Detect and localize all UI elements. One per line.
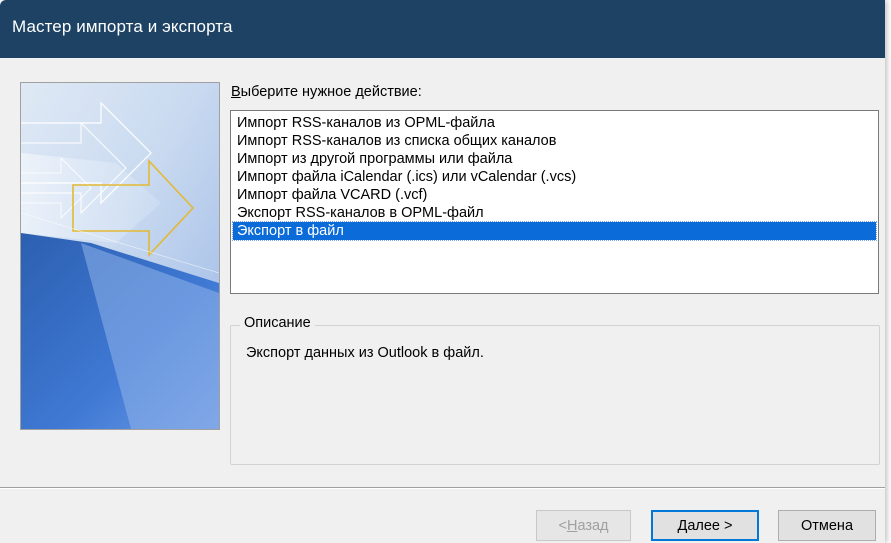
cancel-button[interactable]: Отмена <box>778 510 876 541</box>
action-prompt-accel: В <box>231 84 241 100</box>
description-legend: Описание <box>240 315 315 331</box>
back-button[interactable]: < Назад <box>536 510 631 541</box>
list-item-import-vcard[interactable]: Импорт файла VCARD (.vcf) <box>233 186 876 204</box>
list-item-export-to-file[interactable]: Экспорт в файл <box>232 221 877 241</box>
list-item-import-rss-common[interactable]: Импорт RSS-каналов из списка общих канал… <box>233 132 876 150</box>
title-bar[interactable]: Мастер импорта и экспорта <box>0 0 885 58</box>
list-item-import-rss-opml[interactable]: Импорт RSS-каналов из OPML-файла <box>233 114 876 132</box>
back-button-accel: Н <box>566 517 578 534</box>
next-button-accel: Д <box>677 517 688 534</box>
footer-divider <box>0 487 885 489</box>
back-button-prefix: < <box>558 517 567 534</box>
next-button-text: алее > <box>687 517 733 534</box>
list-item-export-rss-opml[interactable]: Экспорт RSS-каналов в OPML-файл <box>233 204 876 222</box>
back-button-text: азад <box>577 517 609 534</box>
wizard-banner-image <box>20 82 220 430</box>
description-text: Экспорт данных из Outlook в файл. <box>246 345 484 361</box>
action-prompt-label: Выберите нужное действие: <box>231 84 422 100</box>
import-export-arrows-banner-icon <box>21 83 219 429</box>
action-prompt-text: ыберите нужное действие: <box>240 84 422 100</box>
cancel-button-text: Отмена <box>800 517 854 534</box>
next-button[interactable]: Далее > <box>651 510 759 541</box>
window-title: Мастер импорта и экспорта <box>12 17 233 36</box>
list-item-import-other-program[interactable]: Импорт из другой программы или файла <box>233 150 876 168</box>
import-export-wizard-dialog: Мастер импорта и экспорта Выберите нужно… <box>0 0 885 543</box>
action-listbox[interactable]: Импорт RSS-каналов из OPML-файла Импорт … <box>230 110 879 294</box>
list-item-import-icalendar[interactable]: Импорт файла iCalendar (.ics) или vCalen… <box>233 168 876 186</box>
